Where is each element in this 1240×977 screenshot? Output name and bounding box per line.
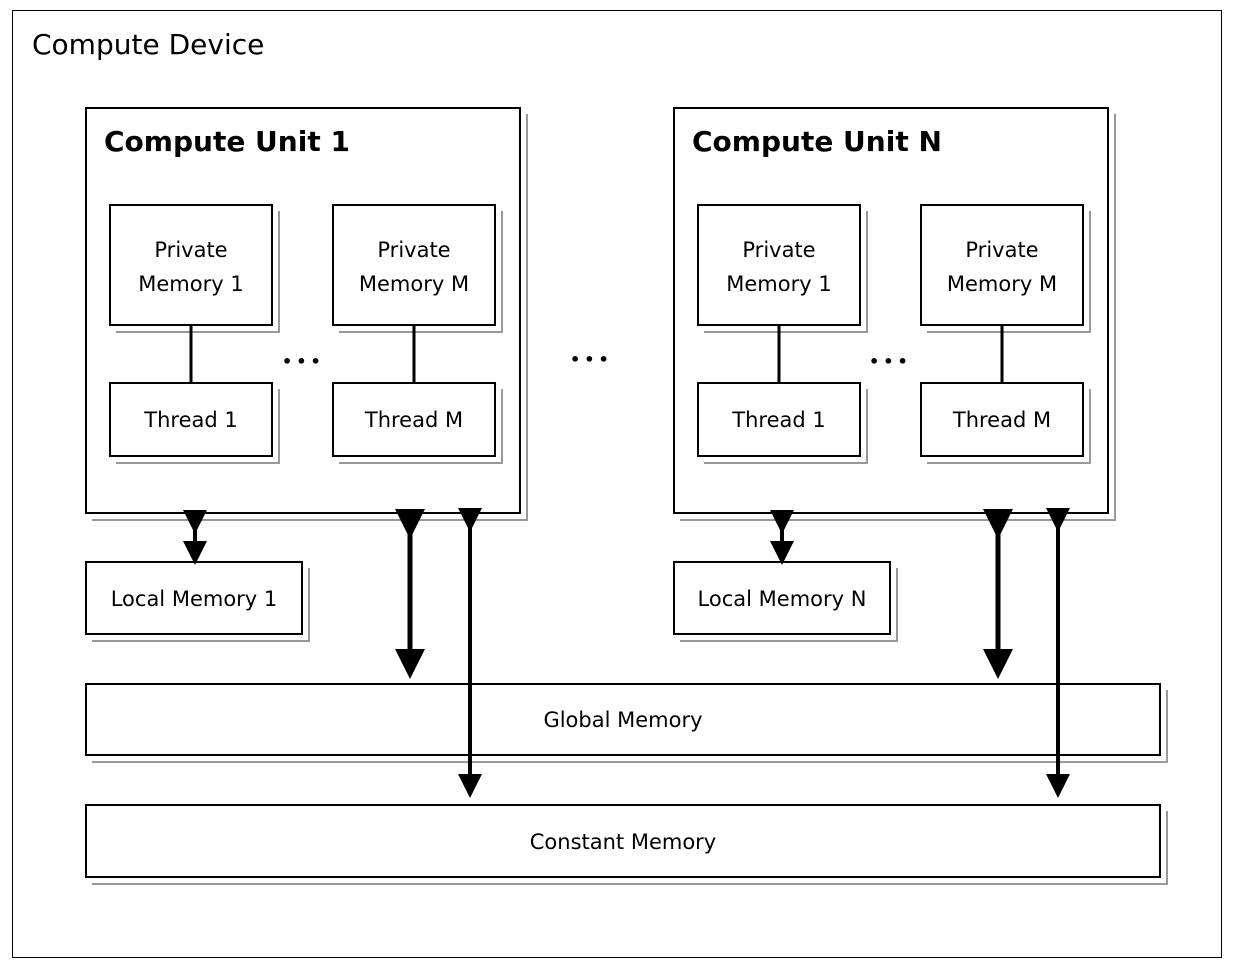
connectors xyxy=(183,326,1070,798)
